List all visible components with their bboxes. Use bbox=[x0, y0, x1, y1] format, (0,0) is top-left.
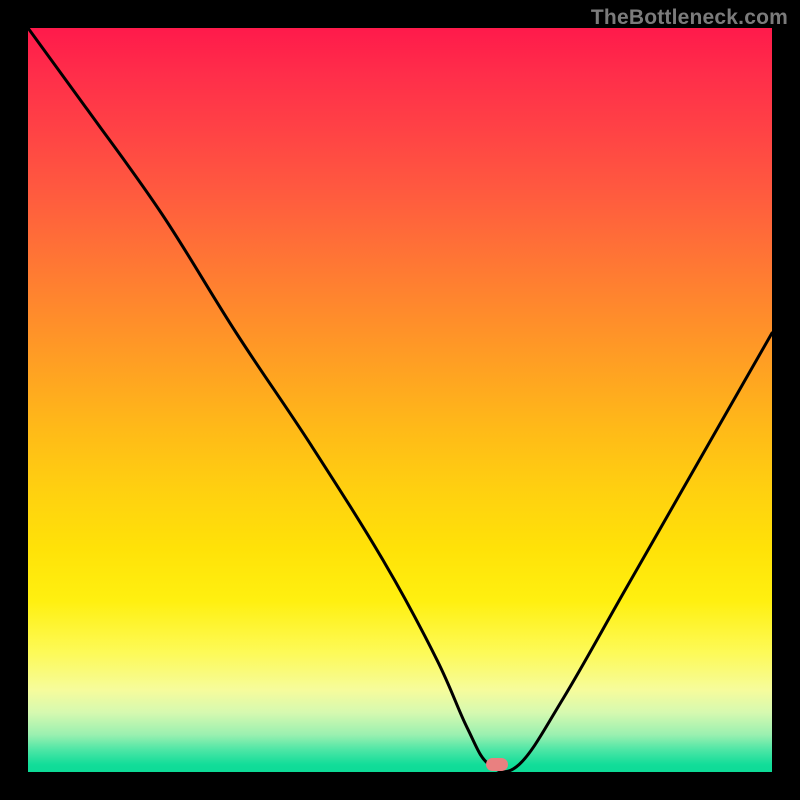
watermark-text: TheBottleneck.com bbox=[591, 6, 788, 30]
bottleneck-curve bbox=[28, 28, 772, 772]
curve-layer bbox=[28, 28, 772, 772]
chart-frame: TheBottleneck.com bbox=[0, 0, 800, 800]
plot-area bbox=[28, 28, 772, 772]
optimum-marker bbox=[486, 758, 508, 771]
